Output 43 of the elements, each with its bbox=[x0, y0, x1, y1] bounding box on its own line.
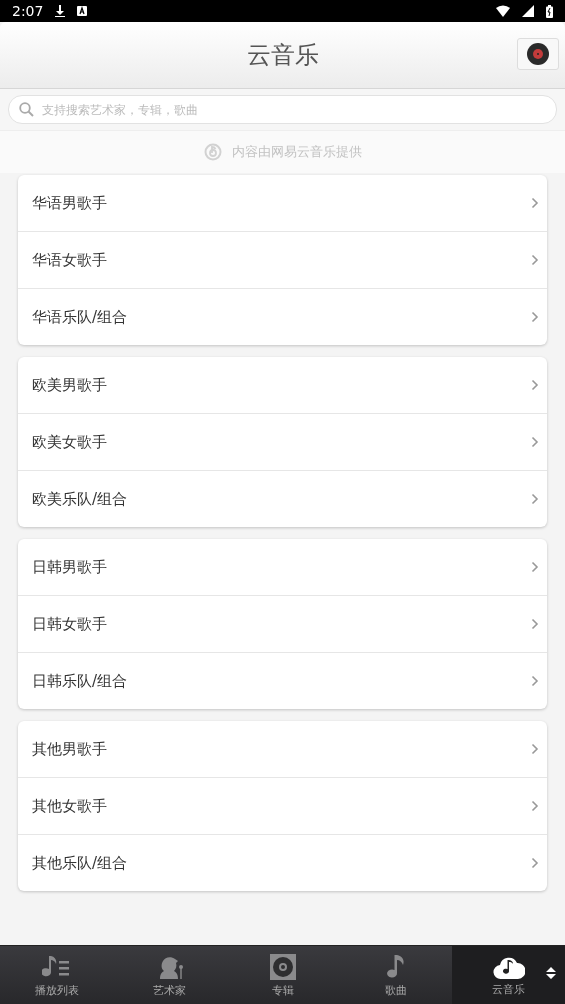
chevron-right-icon bbox=[531, 800, 539, 812]
chevron-right-icon bbox=[531, 311, 539, 323]
nav-tab[interactable]: 歌曲 bbox=[339, 946, 452, 1004]
category-row[interactable]: 日韩男歌手 bbox=[18, 539, 547, 595]
category-row[interactable]: 欧美男歌手 bbox=[18, 357, 547, 413]
chevron-right-icon bbox=[531, 379, 539, 391]
search-icon bbox=[19, 102, 34, 117]
category-row[interactable]: 其他男歌手 bbox=[18, 721, 547, 777]
nav-tab[interactable]: 艺术家 bbox=[113, 946, 226, 1004]
album-icon bbox=[268, 952, 297, 981]
category-row[interactable]: 欧美女歌手 bbox=[18, 413, 547, 470]
page-title: 云音乐 bbox=[246, 40, 319, 71]
chevron-right-icon bbox=[531, 493, 539, 505]
chevron-right-icon bbox=[531, 857, 539, 869]
signal-icon bbox=[522, 5, 534, 17]
battery-icon bbox=[546, 4, 553, 18]
sort-arrows-icon bbox=[545, 966, 557, 980]
chevron-right-icon bbox=[531, 254, 539, 266]
category-row[interactable]: 华语男歌手 bbox=[18, 175, 547, 231]
vinyl-disc-icon bbox=[526, 42, 550, 66]
nav-tab[interactable]: 播放列表 bbox=[0, 946, 113, 1004]
now-playing-button[interactable] bbox=[517, 38, 559, 70]
category-row[interactable]: 其他乐队/组合 bbox=[18, 834, 547, 891]
wifi-icon bbox=[496, 5, 510, 17]
category-row[interactable]: 日韩乐队/组合 bbox=[18, 652, 547, 709]
download-icon bbox=[55, 5, 66, 17]
chevron-right-icon bbox=[531, 675, 539, 687]
category-row[interactable]: 其他女歌手 bbox=[18, 777, 547, 834]
search-field[interactable]: 支持搜索艺术家，专辑，歌曲 bbox=[8, 95, 557, 124]
netease-logo-icon bbox=[203, 143, 222, 161]
chevron-right-icon bbox=[531, 436, 539, 448]
chevron-right-icon bbox=[531, 197, 539, 209]
keyboard-a-icon bbox=[77, 6, 88, 16]
category-row[interactable]: 华语女歌手 bbox=[18, 231, 547, 288]
category-row[interactable]: 华语乐队/组合 bbox=[18, 288, 547, 345]
nav-tab[interactable]: 云音乐 bbox=[452, 946, 565, 1004]
chevron-right-icon bbox=[531, 618, 539, 630]
nav-tab[interactable]: 专辑 bbox=[226, 946, 339, 1004]
chevron-right-icon bbox=[531, 743, 539, 755]
category-row[interactable]: 日韩女歌手 bbox=[18, 595, 547, 652]
chevron-right-icon bbox=[531, 561, 539, 573]
category-row[interactable]: 欧美乐队/组合 bbox=[18, 470, 547, 527]
status-time: 2:07 bbox=[12, 3, 44, 19]
